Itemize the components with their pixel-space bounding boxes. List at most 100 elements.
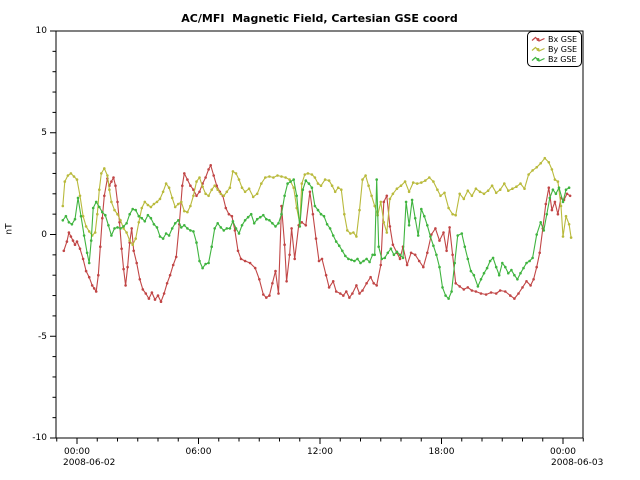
data-point-marker [386, 195, 389, 198]
data-point-marker [410, 252, 413, 255]
data-point-marker [174, 206, 177, 209]
data-point-marker [560, 205, 563, 208]
data-point-marker [390, 247, 393, 250]
data-point-marker [335, 290, 338, 293]
data-point-marker [389, 225, 392, 228]
data-point-marker [499, 289, 502, 292]
x-tick-label-0600: 06:00 [186, 447, 212, 457]
data-point-marker [400, 184, 403, 187]
data-point-marker [180, 226, 183, 229]
legend-label-bz: Bz GSE [548, 55, 577, 64]
data-point-marker [535, 166, 538, 169]
data-point-marker [103, 195, 106, 198]
data-point-marker [479, 191, 482, 194]
series-line [64, 165, 570, 301]
data-point-marker [408, 191, 411, 194]
data-point-marker [414, 217, 417, 220]
data-point-marker [551, 209, 554, 212]
data-point-marker [244, 191, 247, 194]
data-point-marker [416, 182, 419, 185]
data-point-marker [141, 217, 144, 220]
data-point-marker [213, 184, 216, 187]
data-point-marker [85, 270, 88, 273]
data-point-marker [342, 294, 345, 297]
legend-item-bx: Bx GSE [531, 34, 577, 44]
data-point-marker [262, 214, 265, 217]
data-point-marker [116, 226, 119, 229]
data-point-marker [168, 186, 171, 189]
legend-box: Bx GSE By GSE Bz GSE [527, 31, 582, 67]
data-point-marker [418, 260, 421, 263]
data-point-marker [557, 213, 560, 216]
data-point-marker [456, 234, 459, 237]
data-point-marker [157, 294, 160, 297]
data-point-marker [480, 292, 483, 295]
x-tick-label-1200: 12:00 [307, 447, 333, 457]
data-point-marker [237, 250, 240, 253]
data-point-marker [177, 219, 180, 222]
data-point-marker [328, 179, 331, 182]
data-point-marker [135, 262, 138, 265]
data-point-marker [250, 213, 253, 216]
y-tick-label-m10: -10 [17, 433, 47, 443]
data-point-marker [305, 224, 308, 227]
data-point-marker [195, 195, 198, 198]
data-point-marker [552, 188, 555, 191]
data-point-marker [70, 235, 73, 238]
data-point-marker [535, 233, 538, 236]
data-point-marker [72, 239, 75, 242]
data-point-marker [195, 241, 198, 244]
data-point-marker [338, 244, 341, 247]
data-point-marker [555, 193, 558, 196]
data-point-marker [393, 254, 396, 257]
data-point-marker [256, 218, 259, 221]
data-point-marker [562, 201, 565, 204]
data-point-marker [216, 222, 219, 225]
data-point-marker [254, 267, 257, 270]
data-point-marker [114, 184, 117, 187]
data-point-marker [113, 209, 116, 212]
data-point-marker [165, 232, 168, 235]
data-point-marker [94, 231, 97, 234]
data-point-marker [162, 237, 165, 240]
data-point-marker [286, 182, 289, 185]
data-point-marker [271, 222, 274, 225]
data-point-marker [434, 227, 437, 230]
data-point-marker [365, 258, 368, 261]
data-point-marker [548, 161, 551, 164]
data-point-marker [406, 264, 409, 267]
data-point-marker [428, 176, 431, 179]
data-point-marker [141, 207, 144, 210]
data-point-marker [62, 219, 65, 222]
data-point-marker [160, 300, 163, 303]
data-point-marker [131, 243, 134, 246]
data-point-marker [321, 258, 324, 261]
data-point-marker [554, 178, 557, 181]
data-point-marker [268, 175, 271, 178]
by-line-marker-icon [531, 45, 546, 53]
data-point-marker [507, 272, 510, 275]
data-point-marker [432, 180, 435, 183]
data-point-marker [124, 284, 127, 287]
data-point-marker [195, 180, 198, 183]
legend-label-by: By GSE [548, 45, 577, 54]
data-point-marker [334, 191, 337, 194]
data-point-marker [463, 288, 466, 291]
data-point-marker [549, 197, 552, 200]
data-point-marker [229, 186, 232, 189]
data-point-marker [565, 215, 568, 218]
data-point-marker [569, 195, 572, 198]
data-point-marker [515, 185, 518, 188]
data-point-marker [277, 222, 280, 225]
data-point-marker [516, 278, 519, 281]
data-point-marker [144, 201, 147, 204]
data-point-marker [259, 216, 262, 219]
data-point-marker [249, 262, 252, 265]
data-point-marker [150, 206, 153, 209]
data-point-marker [262, 293, 265, 296]
data-point-marker [144, 220, 147, 223]
data-point-marker [399, 258, 402, 261]
data-point-marker [458, 193, 461, 196]
data-point-marker [276, 174, 279, 177]
data-point-marker [420, 181, 423, 184]
